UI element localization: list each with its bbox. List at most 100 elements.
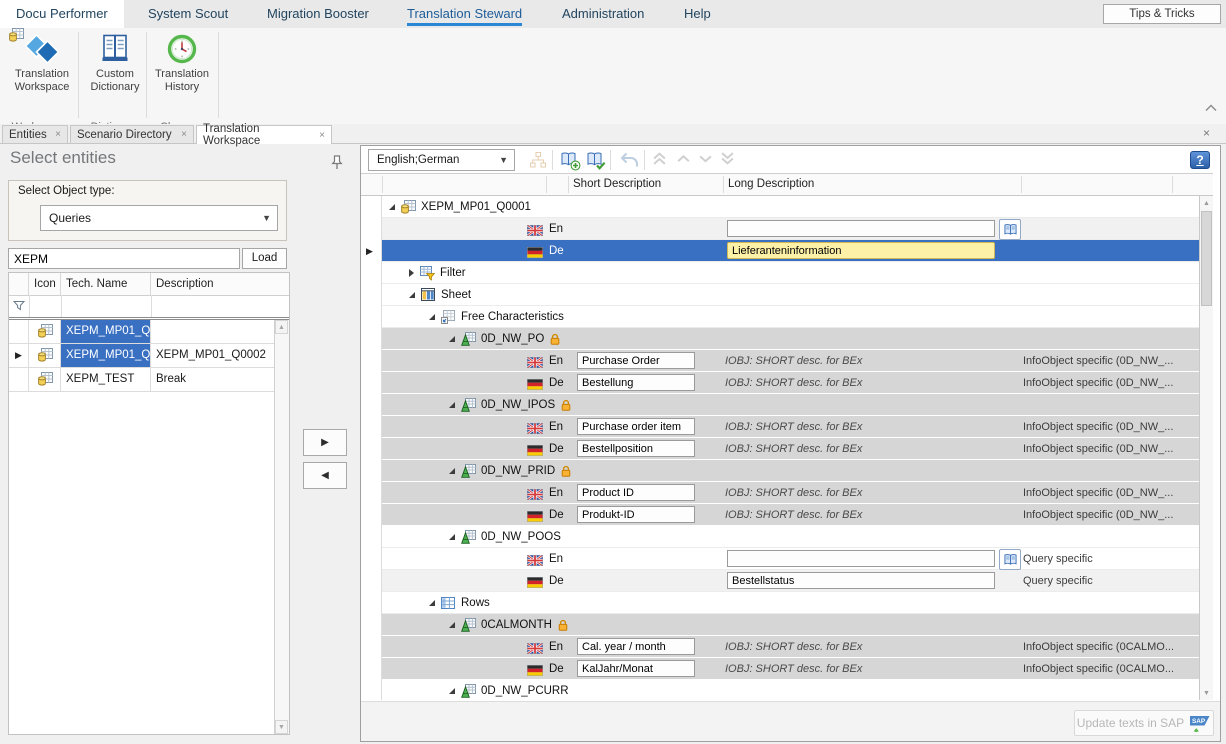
description-cell[interactable]: XEPM_MP01_Q0002 bbox=[151, 344, 275, 367]
move-bottom-button[interactable] bbox=[720, 151, 735, 171]
tree-node-rows[interactable]: Rows bbox=[361, 592, 1199, 614]
description-cell[interactable] bbox=[151, 320, 275, 343]
tree-node-sheet[interactable]: Sheet bbox=[361, 284, 1199, 306]
collapse-icon[interactable] bbox=[449, 688, 455, 694]
tree-node-0d-nw-ipos[interactable]: 0D_NW_IPOS bbox=[361, 394, 1199, 416]
short-description-column-header[interactable]: Short Description bbox=[573, 174, 661, 195]
remove-from-workspace-button[interactable]: ◀ bbox=[303, 462, 347, 489]
long-description-column-header[interactable]: Long Description bbox=[728, 174, 814, 195]
load-button[interactable]: Load bbox=[242, 248, 287, 269]
tree-node-free-characteristics[interactable]: Free Characteristics bbox=[361, 306, 1199, 328]
translation-row-en-10[interactable]: EnIOBJ: SHORT desc. for BExInfoObject sp… bbox=[361, 416, 1199, 438]
dictionary-lookup-button[interactable] bbox=[999, 549, 1021, 570]
long-description-input[interactable] bbox=[727, 572, 995, 589]
short-description-input[interactable] bbox=[577, 506, 695, 523]
tree-node-0d-nw-pcurr[interactable]: 0D_NW_PCURR bbox=[361, 680, 1199, 700]
close-icon[interactable]: × bbox=[319, 130, 325, 141]
undo-button[interactable] bbox=[618, 151, 640, 174]
entity-grid-scrollbar[interactable]: ▲ ▼ bbox=[274, 320, 289, 734]
pin-icon[interactable] bbox=[331, 155, 343, 170]
close-tab-group-icon[interactable]: × bbox=[1203, 126, 1210, 140]
scrollbar-thumb[interactable] bbox=[1201, 211, 1212, 306]
translation-row-en-13[interactable]: EnIOBJ: SHORT desc. for BExInfoObject sp… bbox=[361, 482, 1199, 504]
translation-row-de-2[interactable]: De bbox=[361, 240, 1199, 262]
search-input[interactable] bbox=[8, 248, 240, 269]
move-down-button[interactable] bbox=[698, 151, 713, 171]
scroll-up-icon[interactable]: ▲ bbox=[1200, 196, 1213, 210]
update-texts-in-sap-button[interactable]: Update texts in SAP SAP bbox=[1074, 710, 1214, 736]
collapse-icon[interactable] bbox=[449, 468, 455, 474]
long-description-input[interactable] bbox=[727, 242, 995, 259]
scroll-down-icon[interactable]: ▼ bbox=[1200, 686, 1213, 700]
menu-administration[interactable]: Administration bbox=[562, 0, 644, 28]
translation-row-en-1[interactable]: En bbox=[361, 218, 1199, 240]
collapse-icon[interactable] bbox=[409, 292, 415, 298]
collapse-icon[interactable] bbox=[449, 402, 455, 408]
collapse-icon[interactable] bbox=[449, 336, 455, 342]
long-description-input[interactable] bbox=[727, 220, 995, 237]
short-description-input[interactable] bbox=[577, 638, 695, 655]
scroll-up-icon[interactable]: ▲ bbox=[275, 320, 288, 334]
translation-row-de-21[interactable]: DeIOBJ: SHORT desc. for BExInfoObject sp… bbox=[361, 658, 1199, 680]
translation-row-en-16[interactable]: EnQuery specific bbox=[361, 548, 1199, 570]
hierarchy-button[interactable] bbox=[529, 151, 547, 174]
help-icon[interactable]: ? bbox=[1190, 151, 1210, 169]
translation-row-de-8[interactable]: DeIOBJ: SHORT desc. for BExInfoObject sp… bbox=[361, 372, 1199, 394]
short-description-input[interactable] bbox=[577, 660, 695, 677]
tech-name-cell[interactable]: XEPM_TEST bbox=[61, 368, 151, 391]
description-cell[interactable]: Break bbox=[151, 368, 275, 391]
tech-name-cell[interactable]: XEPM_MP01_Q... bbox=[61, 320, 151, 343]
translation-row-en-7[interactable]: EnIOBJ: SHORT desc. for BExInfoObject sp… bbox=[361, 350, 1199, 372]
short-description-input[interactable] bbox=[577, 374, 695, 391]
entity-row-xepm-mp01-q[interactable]: XEPM_MP01_Q... bbox=[9, 320, 275, 344]
tree-node-xepm-mp01-q0001[interactable]: XEPM_MP01_Q0001 bbox=[361, 196, 1199, 218]
dictionary-lookup-button[interactable] bbox=[999, 219, 1021, 240]
expand-icon[interactable] bbox=[409, 269, 414, 277]
menu-help[interactable]: Help bbox=[684, 0, 711, 28]
collapse-icon[interactable] bbox=[429, 600, 435, 606]
tech-name-column-header[interactable]: Tech. Name bbox=[61, 273, 151, 295]
object-type-select[interactable]: Queries ▼ bbox=[40, 205, 278, 231]
menu-docu-performer[interactable]: Docu Performer bbox=[0, 0, 124, 28]
tree-node-0d-nw-prid[interactable]: 0D_NW_PRID bbox=[361, 460, 1199, 482]
tree-node-0d-nw-poos[interactable]: 0D_NW_POOS bbox=[361, 526, 1199, 548]
custom-dictionary-button[interactable]: Custom Dictionary bbox=[84, 32, 146, 94]
filter-row[interactable] bbox=[9, 295, 289, 318]
short-description-input[interactable] bbox=[577, 440, 695, 457]
collapse-ribbon-icon[interactable] bbox=[1203, 101, 1219, 113]
tree-node-filter[interactable]: Filter bbox=[361, 262, 1199, 284]
translation-row-de-17[interactable]: DeQuery specific bbox=[361, 570, 1199, 592]
move-top-button[interactable] bbox=[652, 151, 667, 171]
menu-migration-booster[interactable]: Migration Booster bbox=[267, 0, 369, 28]
tech-name-cell[interactable]: XEPM_MP01_Q... bbox=[61, 344, 151, 367]
translation-row-de-11[interactable]: DeIOBJ: SHORT desc. for BExInfoObject sp… bbox=[361, 438, 1199, 460]
tips-and-tricks-button[interactable]: Tips & Tricks bbox=[1103, 4, 1221, 24]
collapse-icon[interactable] bbox=[449, 622, 455, 628]
entity-row-xepm-mp01-q[interactable]: ▶XEPM_MP01_Q...XEPM_MP01_Q0002 bbox=[9, 344, 275, 368]
collapse-icon[interactable] bbox=[429, 314, 435, 320]
move-up-button[interactable] bbox=[676, 151, 691, 171]
translation-row-en-20[interactable]: EnIOBJ: SHORT desc. for BExInfoObject sp… bbox=[361, 636, 1199, 658]
short-description-input[interactable] bbox=[577, 418, 695, 435]
language-pair-select[interactable]: English;German ▼ bbox=[368, 149, 515, 171]
collapse-icon[interactable] bbox=[449, 534, 455, 540]
description-column-header[interactable]: Description bbox=[151, 273, 277, 295]
collapse-icon[interactable] bbox=[389, 204, 395, 210]
short-description-input[interactable] bbox=[577, 484, 695, 501]
tree-node-0calmonth[interactable]: 0CALMONTH bbox=[361, 614, 1199, 636]
translation-history-button[interactable]: Translation History bbox=[148, 32, 216, 94]
tree-scrollbar[interactable]: ▲ ▼ bbox=[1199, 196, 1213, 700]
short-description-input[interactable] bbox=[577, 352, 695, 369]
tab-translation-workspace[interactable]: Translation Workspace× bbox=[196, 125, 332, 144]
add-to-workspace-button[interactable]: ▶ bbox=[303, 429, 347, 456]
tab-scenario-directory[interactable]: Scenario Directory× bbox=[70, 125, 194, 143]
icon-column-header[interactable]: Icon bbox=[29, 273, 61, 295]
entity-row-xepm-test[interactable]: XEPM_TESTBreak bbox=[9, 368, 275, 392]
close-icon[interactable]: × bbox=[181, 129, 187, 140]
menu-translation-steward[interactable]: Translation Steward bbox=[407, 0, 522, 28]
translation-row-de-14[interactable]: DeIOBJ: SHORT desc. for BExInfoObject sp… bbox=[361, 504, 1199, 526]
long-description-input[interactable] bbox=[727, 550, 995, 567]
menu-system-scout[interactable]: System Scout bbox=[148, 0, 228, 28]
tab-entities[interactable]: Entities× bbox=[2, 125, 68, 143]
tree-node-0d-nw-po[interactable]: 0D_NW_PO bbox=[361, 328, 1199, 350]
